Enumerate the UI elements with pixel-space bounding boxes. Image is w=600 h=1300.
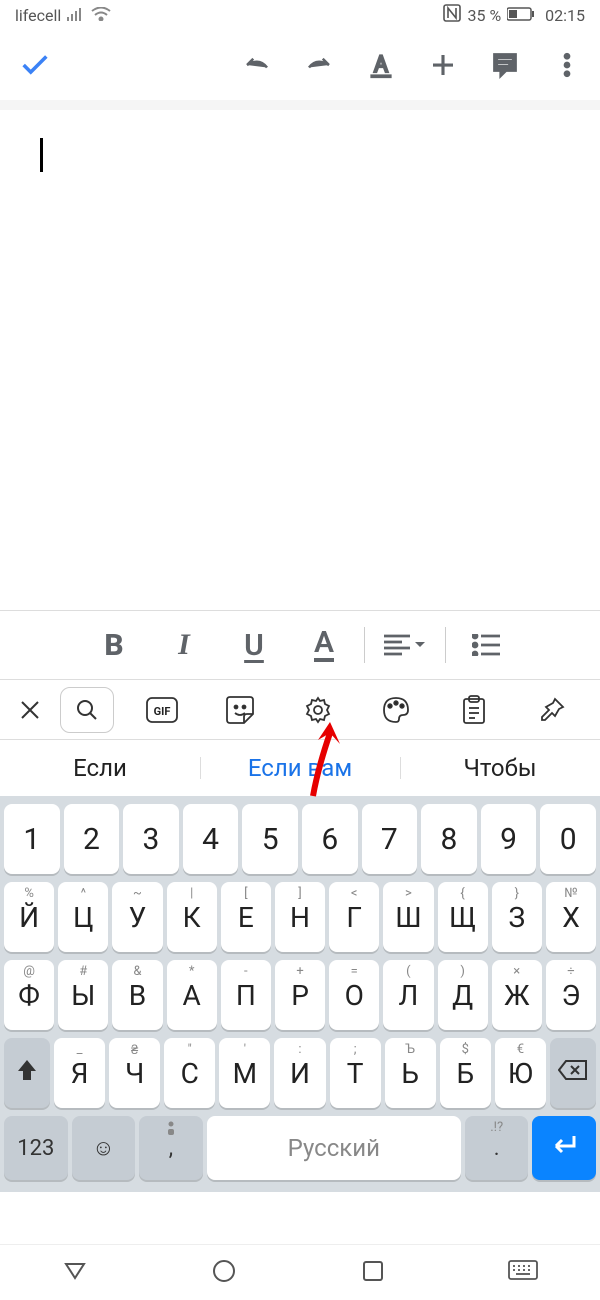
hide-keyboard-button[interactable] [508, 1260, 538, 1286]
document-area [0, 100, 600, 610]
key-М[interactable]: 'М [219, 1038, 270, 1108]
battery-percent: 35 % [467, 6, 501, 25]
italic-button[interactable]: I [154, 628, 214, 662]
sticker-button[interactable] [202, 687, 278, 733]
svg-text:GIF: GIF [154, 705, 171, 718]
clock-label: 02:15 [545, 6, 585, 25]
suggestion-3[interactable]: Чтобы [400, 754, 600, 782]
divider [364, 627, 365, 663]
key-Ш[interactable]: >Ш [383, 882, 433, 952]
key-2[interactable]: 2 [64, 804, 120, 874]
more-button[interactable] [552, 50, 582, 80]
text-format-button[interactable] [366, 50, 396, 80]
text-color-button[interactable]: A [294, 628, 354, 662]
key-И[interactable]: :И [274, 1038, 325, 1108]
key-Ц[interactable]: ^Ц [58, 882, 108, 952]
gif-button[interactable]: GIF [124, 687, 200, 733]
key-Е[interactable]: [Е [221, 882, 271, 952]
format-bar: B I U A [0, 610, 600, 680]
shift-key[interactable] [4, 1038, 50, 1108]
key-А[interactable]: *А [167, 960, 217, 1030]
key-5[interactable]: 5 [242, 804, 298, 874]
key-6[interactable]: 6 [302, 804, 358, 874]
home-button[interactable] [211, 1258, 237, 1288]
key-Ю[interactable]: €Ю [495, 1038, 546, 1108]
battery-icon [507, 6, 535, 25]
comma-key[interactable]: , [139, 1116, 203, 1180]
keyboard: 1234567890 %Й^Ц~У|К[Е]Н<Г>Ш{Щ}З№Х @Ф#Ы&В… [0, 796, 600, 1192]
wifi-icon [91, 6, 111, 25]
key-С[interactable]: "С [164, 1038, 215, 1108]
key-З[interactable]: }З [492, 882, 542, 952]
key-У[interactable]: ~У [112, 882, 162, 952]
suggestion-bar: Если Если вам Чтобы [0, 740, 600, 796]
underline-button[interactable]: U [224, 628, 284, 663]
key-П[interactable]: -П [221, 960, 271, 1030]
key-Ж[interactable]: ×Ж [492, 960, 542, 1030]
carrier-label: lifecell [15, 6, 61, 25]
key-К[interactable]: |К [167, 882, 217, 952]
key-Щ[interactable]: {Щ [438, 882, 488, 952]
suggestion-2[interactable]: Если вам [200, 754, 400, 782]
search-button[interactable] [60, 687, 114, 733]
pin-button[interactable] [514, 687, 590, 733]
keyboard-toolbar: GIF [0, 680, 600, 740]
back-button[interactable] [62, 1258, 88, 1288]
chevron-down-icon [414, 641, 426, 649]
redo-button[interactable] [304, 50, 334, 80]
key-Ч[interactable]: ₴Ч [109, 1038, 160, 1108]
signal-icon [67, 6, 85, 25]
key-Э[interactable]: ÷Э [546, 960, 596, 1030]
align-button[interactable] [375, 634, 435, 656]
bullet-list-button[interactable] [456, 634, 516, 656]
divider [445, 627, 446, 663]
text-cursor [40, 138, 43, 172]
app-toolbar [0, 30, 600, 100]
key-Й[interactable]: %Й [4, 882, 54, 952]
status-bar: lifecell 35 % 02:15 [0, 0, 600, 30]
key-Г[interactable]: <Г [329, 882, 379, 952]
undo-button[interactable] [242, 50, 272, 80]
key-Ы[interactable]: #Ы [58, 960, 108, 1030]
key-Ь[interactable]: ЪЬ [385, 1038, 436, 1108]
backspace-key[interactable] [550, 1038, 596, 1108]
key-1[interactable]: 1 [4, 804, 60, 874]
comment-button[interactable] [490, 50, 520, 80]
key-Б[interactable]: $Б [440, 1038, 491, 1108]
key-О[interactable]: =О [329, 960, 379, 1030]
space-key[interactable]: Русский [207, 1116, 461, 1180]
key-Л[interactable]: (Л [383, 960, 433, 1030]
clipboard-button[interactable] [436, 687, 512, 733]
key-4[interactable]: 4 [183, 804, 239, 874]
emoji-key[interactable]: ☺ [72, 1116, 136, 1180]
close-toolbar-button[interactable] [10, 687, 50, 733]
key-Д[interactable]: )Д [438, 960, 488, 1030]
key-Ф[interactable]: @Ф [4, 960, 54, 1030]
key-Н[interactable]: ]Н [275, 882, 325, 952]
key-Р[interactable]: +Р [275, 960, 325, 1030]
key-8[interactable]: 8 [421, 804, 477, 874]
confirm-button[interactable] [18, 48, 52, 82]
document-page[interactable] [0, 110, 600, 610]
recent-button[interactable] [361, 1259, 385, 1287]
bold-button[interactable]: B [84, 628, 144, 663]
key-Х[interactable]: №Х [546, 882, 596, 952]
navigation-bar [0, 1244, 600, 1300]
nfc-icon [443, 4, 461, 26]
key-3[interactable]: 3 [123, 804, 179, 874]
insert-button[interactable] [428, 50, 458, 80]
theme-button[interactable] [358, 687, 434, 733]
key-В[interactable]: &В [112, 960, 162, 1030]
key-Я[interactable]: _Я [54, 1038, 105, 1108]
key-9[interactable]: 9 [481, 804, 537, 874]
settings-button[interactable] [280, 687, 356, 733]
key-7[interactable]: 7 [362, 804, 418, 874]
key-0[interactable]: 0 [540, 804, 596, 874]
suggestion-1[interactable]: Если [0, 754, 200, 782]
period-key[interactable]: .!?. [465, 1116, 529, 1180]
symbols-key[interactable]: 123 [4, 1116, 68, 1180]
key-Т[interactable]: ;Т [330, 1038, 381, 1108]
enter-key[interactable] [532, 1116, 596, 1180]
